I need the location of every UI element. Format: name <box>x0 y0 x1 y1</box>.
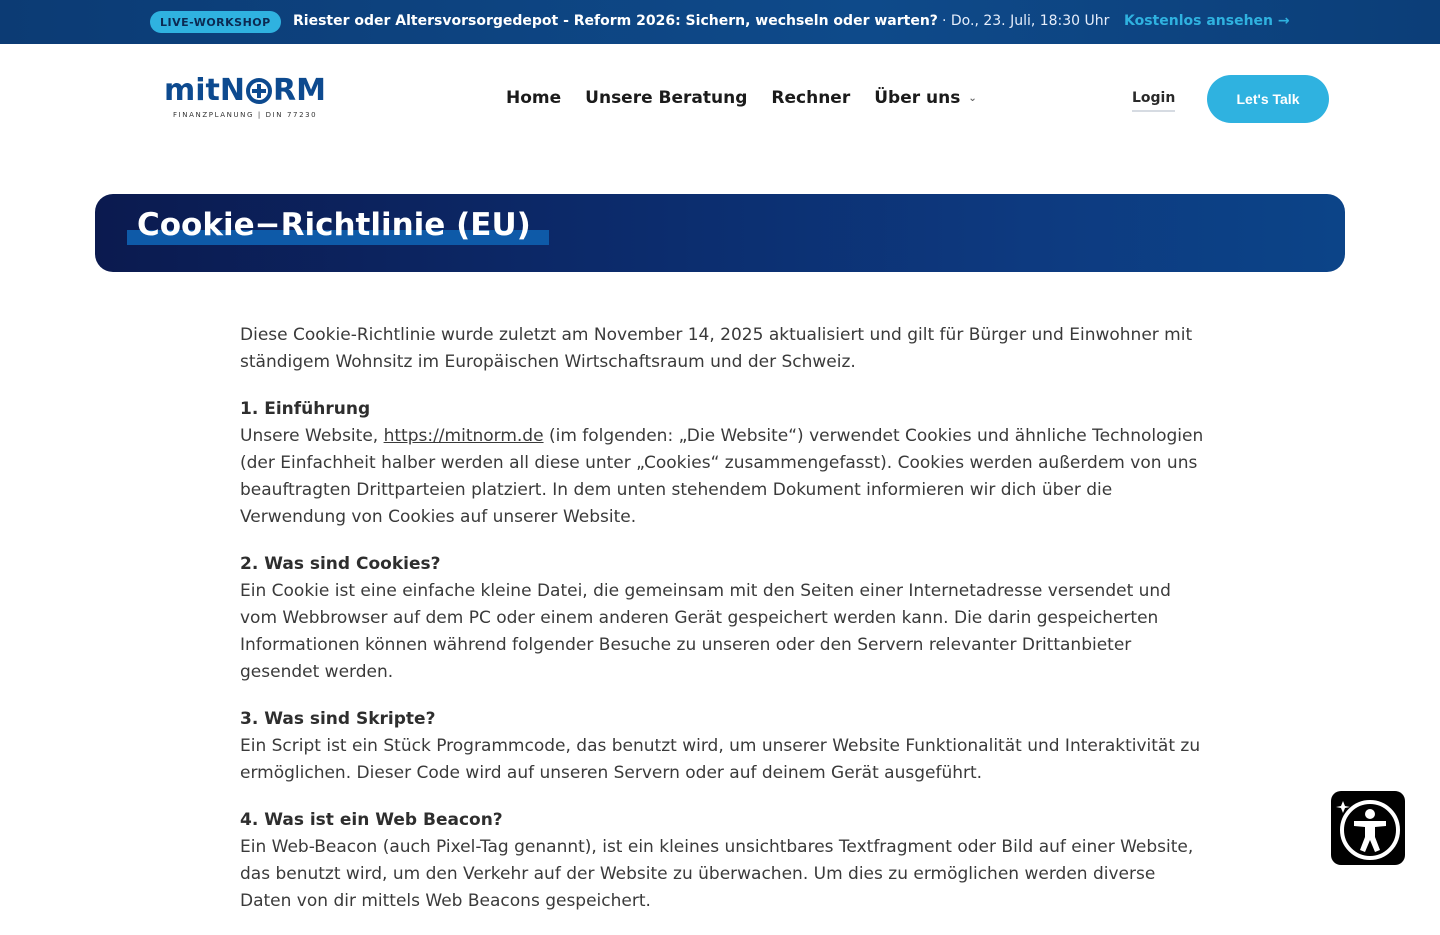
section-heading: 1. Einführung <box>240 399 371 419</box>
section-text: Ein Cookie ist eine einfache kleine Date… <box>240 581 1171 682</box>
section-heading: 3. Was sind Skripte? <box>240 709 436 729</box>
login-link[interactable]: Login <box>1132 90 1176 112</box>
policy-content: Diese Cookie-Richtlinie wurde zuletzt am… <box>240 322 1205 935</box>
section-heading: 4. Was ist ein Web Beacon? <box>240 810 503 830</box>
website-link[interactable]: https://mitnorm.de <box>384 426 544 446</box>
logo-text-right: RM <box>273 73 326 108</box>
promo-bar: LIVE-WORKSHOP Riester oder Altersvorsorg… <box>0 0 1440 44</box>
chevron-down-icon: ⌄ <box>968 92 977 104</box>
nav-item-ueber-uns-label: Über uns <box>874 88 961 108</box>
intro-paragraph: Diese Cookie-Richtlinie wurde zuletzt am… <box>240 325 1193 372</box>
promo-headline: Riester oder Altersvorsorgedepot - Refor… <box>293 13 938 29</box>
site-logo[interactable]: mitN RM FINANZPLANUNG | DIN 77230 <box>164 76 334 124</box>
promo-cta-link[interactable]: Kostenlos ansehen → <box>1124 13 1290 29</box>
section-web-beacon: 4. Was ist ein Web Beacon? Ein Web-Beaco… <box>240 807 1205 915</box>
section-heading: 2. Was sind Cookies? <box>240 554 441 574</box>
nav-item-unsere-beratung[interactable]: Unsere Beratung <box>585 88 747 108</box>
page-title-banner: Cookie−Richtlinie (EU) <box>95 194 1345 272</box>
nav-item-rechner[interactable]: Rechner <box>771 88 850 108</box>
lets-talk-button[interactable]: Let's Talk <box>1207 75 1329 123</box>
section-text: Ein Web-Beacon (auch Pixel-Tag genannt),… <box>240 837 1194 911</box>
section-text-part: Unsere Website, <box>240 426 384 446</box>
main-nav: Home Unsere Beratung Rechner Über uns ⌄ <box>506 88 977 108</box>
plus-cross-icon <box>246 78 272 104</box>
accessibility-widget-button[interactable] <box>1331 791 1405 865</box>
section-einfuehrung: 1. Einführung Unsere Website, https://mi… <box>240 396 1205 531</box>
accessibility-icon <box>1336 800 1400 860</box>
logo-tagline: FINANZPLANUNG | DIN 77230 <box>173 111 318 119</box>
section-text: Ein Script ist ein Stück Programmcode, d… <box>240 736 1201 783</box>
section-cookies: 2. Was sind Cookies? Ein Cookie ist eine… <box>240 551 1205 686</box>
page-title: Cookie−Richtlinie (EU) <box>137 207 531 243</box>
nav-item-home[interactable]: Home <box>506 88 561 108</box>
logo-text-left: mitN <box>164 73 245 108</box>
logo-wordmark: mitN RM <box>164 76 334 106</box>
nav-item-ueber-uns[interactable]: Über uns ⌄ <box>874 88 977 108</box>
promo-date: · Do., 23. Juli, 18:30 Uhr <box>942 13 1110 29</box>
section-text: Unsere Website, https://mitnorm.de (im f… <box>240 423 1205 531</box>
live-workshop-badge: LIVE-WORKSHOP <box>150 11 281 33</box>
section-skripte: 3. Was sind Skripte? Ein Script ist ein … <box>240 706 1205 787</box>
